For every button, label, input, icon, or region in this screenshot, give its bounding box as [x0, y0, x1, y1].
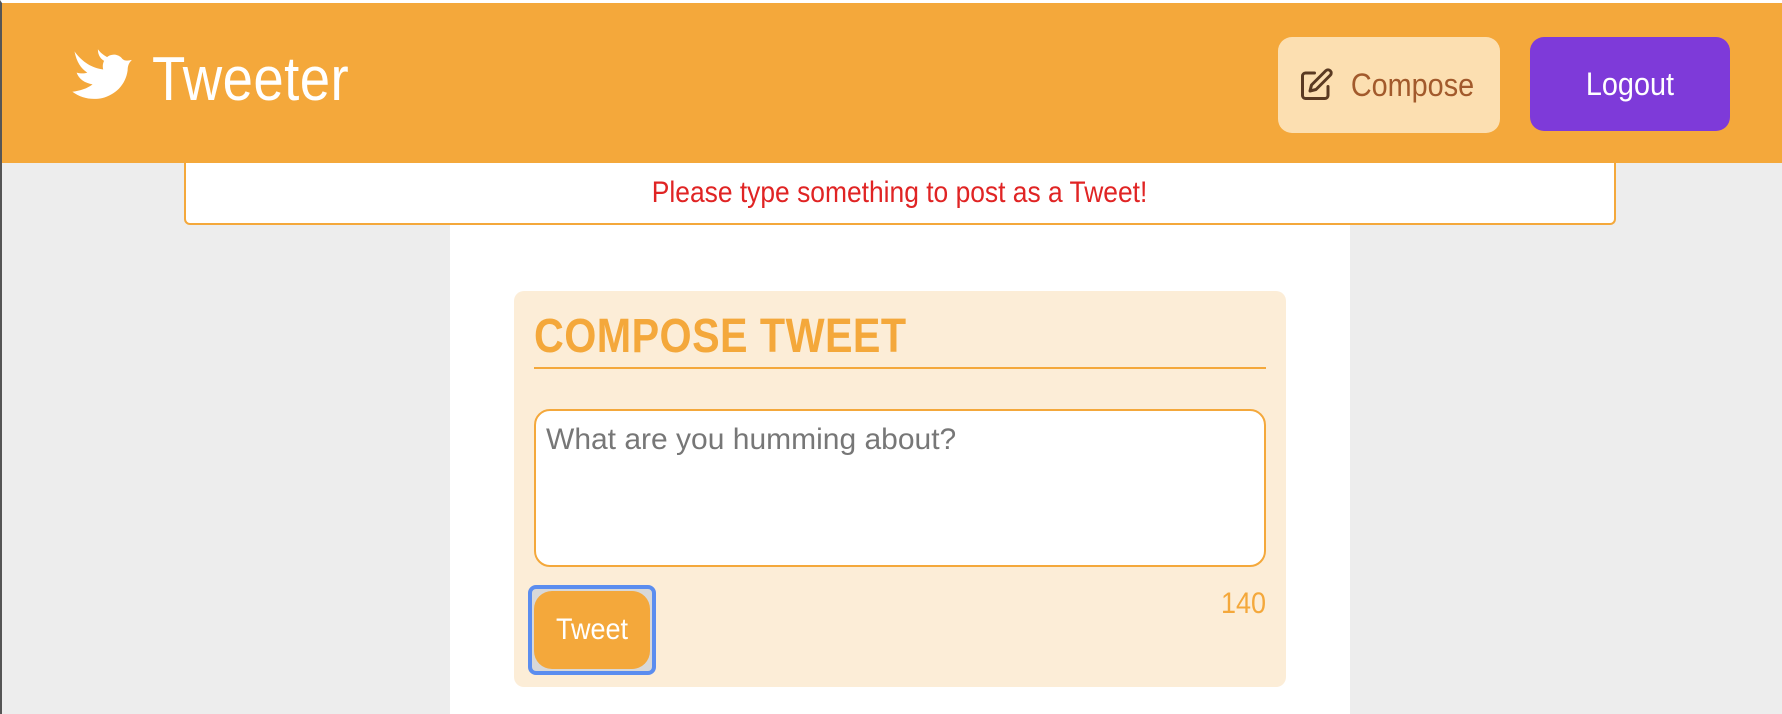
tweet-button[interactable]: Tweet	[534, 591, 650, 669]
bird-icon	[72, 49, 132, 99]
tweet-textarea[interactable]	[534, 409, 1266, 567]
error-message: Please type something to post as a Tweet…	[652, 176, 1148, 209]
compose-button[interactable]: Compose	[1278, 37, 1500, 133]
char-counter: 140	[1216, 587, 1266, 621]
compose-title-text: COMPOSE TWEET	[534, 310, 907, 363]
brand[interactable]: Tweeter	[66, 39, 376, 119]
top-nav: Tweeter Compose Logout	[2, 3, 1782, 163]
tweet-button-label: Tweet	[555, 613, 629, 646]
compose-title: COMPOSE TWEET	[534, 311, 1266, 369]
pencil-square-icon	[1300, 68, 1333, 100]
char-counter-value: 140	[1220, 587, 1266, 620]
compose-tweet-card: COMPOSE TWEET Tweet 140	[514, 291, 1286, 687]
error-banner: Please type something to post as a Tweet…	[184, 163, 1616, 225]
page: Tweeter Compose Logout Please type somet…	[0, 0, 1782, 714]
logout-button-label: Logout	[1585, 65, 1675, 102]
app-title: Tweeter	[152, 44, 350, 114]
logout-button[interactable]: Logout	[1530, 37, 1730, 131]
compose-button-label: Compose	[1350, 66, 1474, 103]
